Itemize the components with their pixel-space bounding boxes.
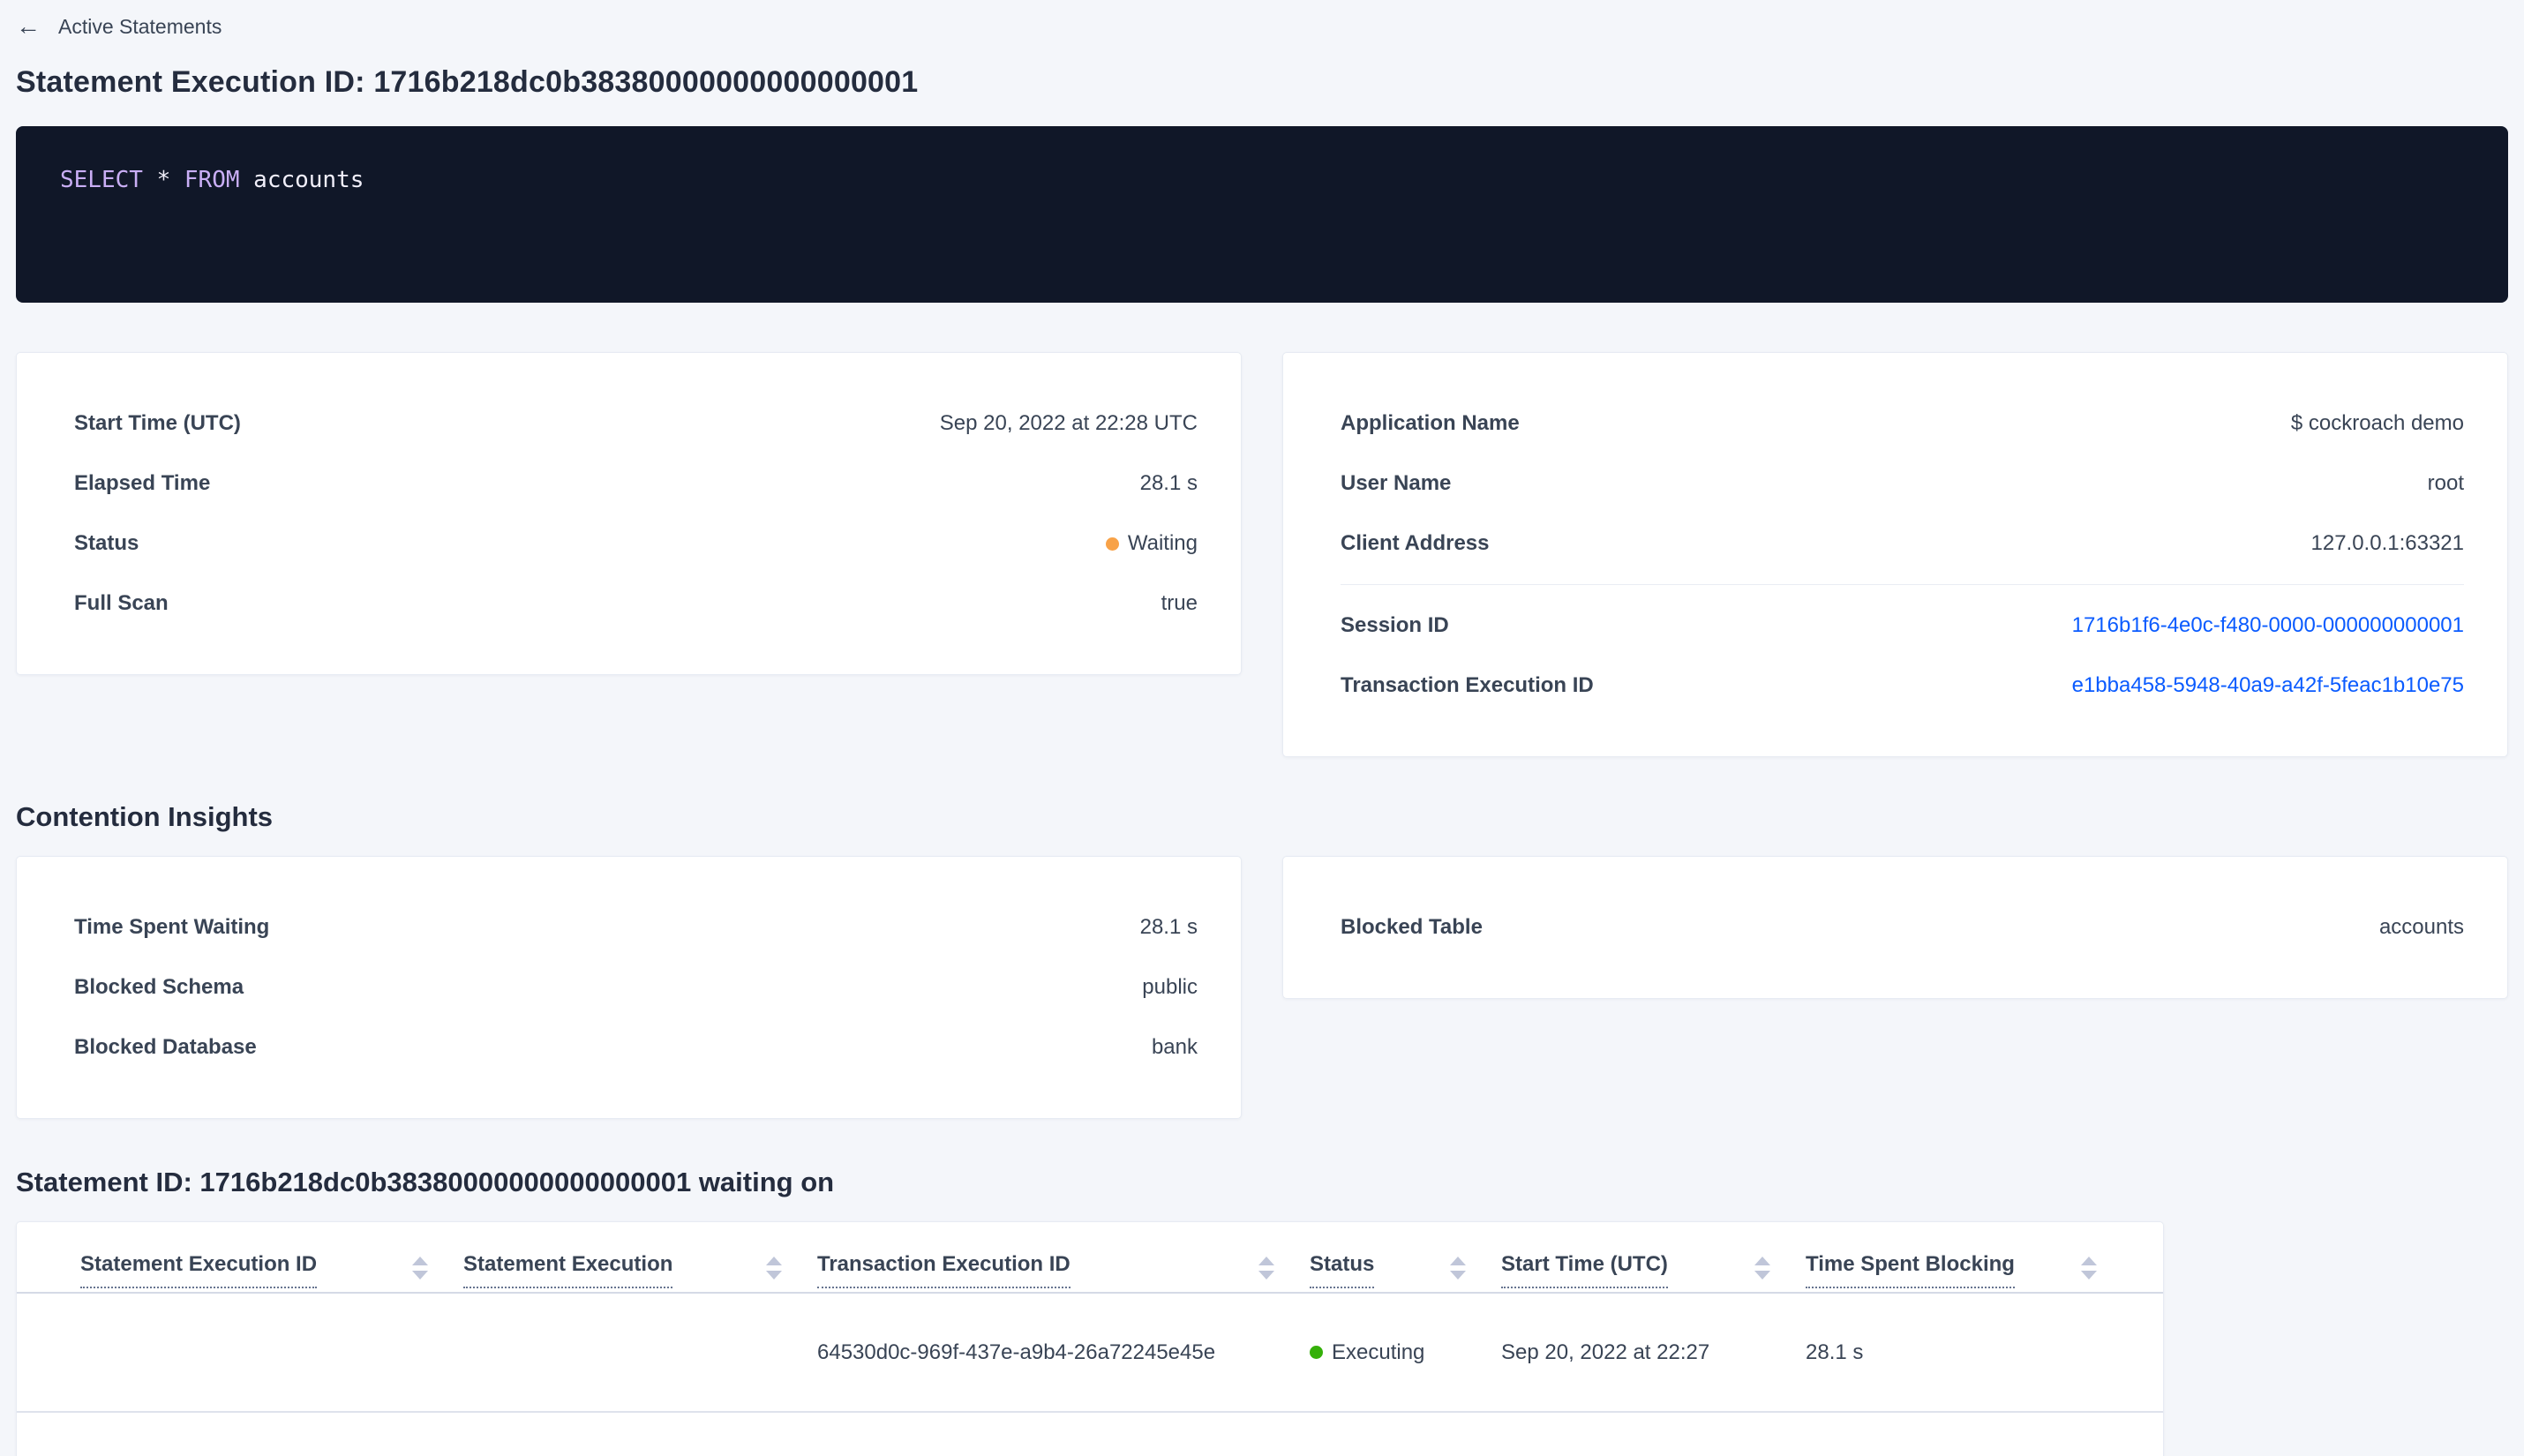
status-badge: Executing bbox=[1310, 1340, 1501, 1365]
elapsed-time-value: 28.1 s bbox=[1139, 471, 1198, 495]
status-label: Status bbox=[74, 531, 139, 555]
row-elapsed-time: Elapsed Time 28.1 s bbox=[74, 454, 1198, 514]
blocked-database-value: bank bbox=[1151, 1035, 1198, 1059]
column-header-status[interactable]: Status bbox=[1310, 1252, 1501, 1288]
sql-statement-box: SELECT * FROM accounts bbox=[16, 126, 2508, 303]
column-header-start-time[interactable]: Start Time (UTC) bbox=[1501, 1252, 1806, 1288]
sort-arrows-icon[interactable] bbox=[1450, 1257, 1466, 1280]
row-blocked-database: Blocked Database bank bbox=[74, 1017, 1198, 1077]
session-id-label: Session ID bbox=[1341, 613, 1449, 637]
executing-status-dot-icon bbox=[1310, 1346, 1323, 1359]
status-value: Waiting bbox=[1127, 531, 1198, 555]
row-application-name: Application Name $ cockroach demo bbox=[1341, 394, 2464, 454]
waiting-status-dot-icon bbox=[1105, 537, 1119, 551]
blocked-schema-value: public bbox=[1142, 975, 1198, 999]
sort-arrows-icon[interactable] bbox=[1258, 1257, 1274, 1280]
waiting-statements-table: Statement Execution ID Statement Executi… bbox=[16, 1221, 2164, 1456]
column-label: Statement Execution ID bbox=[80, 1252, 318, 1288]
row-time-spent-waiting: Time Spent Waiting 28.1 s bbox=[74, 897, 1198, 957]
client-address-label: Client Address bbox=[1341, 531, 1490, 555]
sql-text: accounts bbox=[239, 167, 364, 193]
row-status: Status Waiting bbox=[74, 514, 1198, 574]
user-name-label: User Name bbox=[1341, 471, 1452, 495]
session-id-link[interactable]: 1716b1f6-4e0c-f480-0000-000000000001 bbox=[2072, 613, 2464, 638]
cell-transaction-execution-id: 64530d0c-969f-437e-a9b4-26a72245e45e bbox=[817, 1340, 1216, 1364]
transaction-execution-id-link[interactable]: e1bba458-5948-40a9-a42f-5feac1b10e75 bbox=[2072, 673, 2464, 698]
sql-text: * bbox=[142, 167, 184, 193]
transaction-execution-id-label: Transaction Execution ID bbox=[1341, 673, 1594, 697]
contention-right-card: Blocked Table accounts bbox=[1282, 856, 2508, 999]
elapsed-time-label: Elapsed Time bbox=[74, 471, 211, 495]
active-statement-details-page: ← Active Statements Statement Execution … bbox=[0, 0, 2524, 1456]
start-time-label: Start Time (UTC) bbox=[74, 411, 241, 435]
column-label: Status bbox=[1310, 1252, 1375, 1288]
session-card: Application Name $ cockroach demo User N… bbox=[1282, 352, 2508, 757]
time-spent-waiting-label: Time Spent Waiting bbox=[74, 915, 270, 939]
overview-card: Start Time (UTC) Sep 20, 2022 at 22:28 U… bbox=[16, 352, 1242, 675]
row-transaction-execution-id: Transaction Execution ID e1bba458-5948-4… bbox=[1341, 656, 2464, 716]
contention-cards-row: Time Spent Waiting 28.1 s Blocked Schema… bbox=[16, 856, 2508, 1119]
table-row: 64530d0c-969f-437e-a9b4-26a72245e45e Exe… bbox=[17, 1294, 2163, 1413]
blocked-schema-label: Blocked Schema bbox=[74, 975, 244, 999]
time-spent-waiting-value: 28.1 s bbox=[1139, 915, 1198, 939]
application-name-value: $ cockroach demo bbox=[2290, 411, 2464, 435]
column-label: Time Spent Blocking bbox=[1806, 1252, 2015, 1288]
back-link-label: Active Statements bbox=[58, 14, 222, 38]
column-label: Start Time (UTC) bbox=[1501, 1252, 1668, 1288]
blocked-table-value: accounts bbox=[2378, 915, 2464, 939]
status-value: Executing bbox=[1332, 1340, 1425, 1364]
contention-insights-title: Contention Insights bbox=[16, 801, 274, 832]
column-label: Statement Execution bbox=[463, 1252, 673, 1288]
column-header-transaction-execution-id[interactable]: Transaction Execution ID bbox=[817, 1252, 1310, 1288]
sql-keyword: SELECT bbox=[60, 167, 143, 193]
row-full-scan: Full Scan true bbox=[74, 574, 1198, 634]
row-client-address: Client Address 127.0.0.1:63321 bbox=[1341, 514, 2464, 574]
row-blocked-table: Blocked Table accounts bbox=[1341, 897, 2464, 957]
page-title: Statement Execution ID: 1716b218dc0b3838… bbox=[16, 65, 919, 99]
full-scan-label: Full Scan bbox=[74, 591, 169, 615]
table-header-row: Statement Execution ID Statement Executi… bbox=[17, 1222, 2163, 1292]
cell-start-time: Sep 20, 2022 at 22:27 bbox=[1501, 1340, 1710, 1364]
row-start-time: Start Time (UTC) Sep 20, 2022 at 22:28 U… bbox=[74, 394, 1198, 454]
sort-arrows-icon[interactable] bbox=[1754, 1257, 1770, 1280]
row-user-name: User Name root bbox=[1341, 454, 2464, 514]
cell-time-spent-blocking: 28.1 s bbox=[1806, 1340, 1864, 1364]
start-time-value: Sep 20, 2022 at 22:28 UTC bbox=[939, 411, 1198, 435]
row-blocked-schema: Blocked Schema public bbox=[74, 957, 1198, 1017]
sort-arrows-icon[interactable] bbox=[766, 1257, 782, 1280]
sql-statement: SELECT * FROM accounts bbox=[60, 167, 2464, 193]
client-address-value: 127.0.0.1:63321 bbox=[2310, 531, 2465, 555]
column-label: Transaction Execution ID bbox=[817, 1252, 1070, 1288]
user-name-value: root bbox=[2427, 471, 2464, 495]
sort-arrows-icon[interactable] bbox=[2081, 1257, 2097, 1280]
full-scan-value: true bbox=[1161, 591, 1198, 615]
contention-left-card: Time Spent Waiting 28.1 s Blocked Schema… bbox=[16, 856, 1242, 1119]
column-header-statement-execution[interactable]: Statement Execution bbox=[463, 1252, 817, 1288]
card-divider bbox=[1341, 584, 2464, 585]
blocked-database-label: Blocked Database bbox=[74, 1035, 257, 1059]
waiting-on-title: Statement ID: 1716b218dc0b38380000000000… bbox=[16, 1167, 835, 1197]
row-session-id: Session ID 1716b1f6-4e0c-f480-0000-00000… bbox=[1341, 596, 2464, 656]
details-cards-row: Start Time (UTC) Sep 20, 2022 at 22:28 U… bbox=[16, 352, 2508, 757]
status-badge: Waiting bbox=[1105, 531, 1198, 556]
sort-arrows-icon[interactable] bbox=[412, 1257, 428, 1280]
back-arrow-icon: ← bbox=[16, 12, 41, 40]
column-header-statement-execution-id[interactable]: Statement Execution ID bbox=[80, 1252, 463, 1288]
back-link-active-statements[interactable]: ← Active Statements bbox=[16, 0, 222, 39]
column-header-time-spent-blocking[interactable]: Time Spent Blocking bbox=[1806, 1252, 2132, 1288]
blocked-table-label: Blocked Table bbox=[1341, 915, 1483, 939]
sql-keyword: FROM bbox=[184, 167, 240, 193]
cell-status: Executing bbox=[1310, 1340, 1501, 1365]
application-name-label: Application Name bbox=[1341, 411, 1520, 435]
